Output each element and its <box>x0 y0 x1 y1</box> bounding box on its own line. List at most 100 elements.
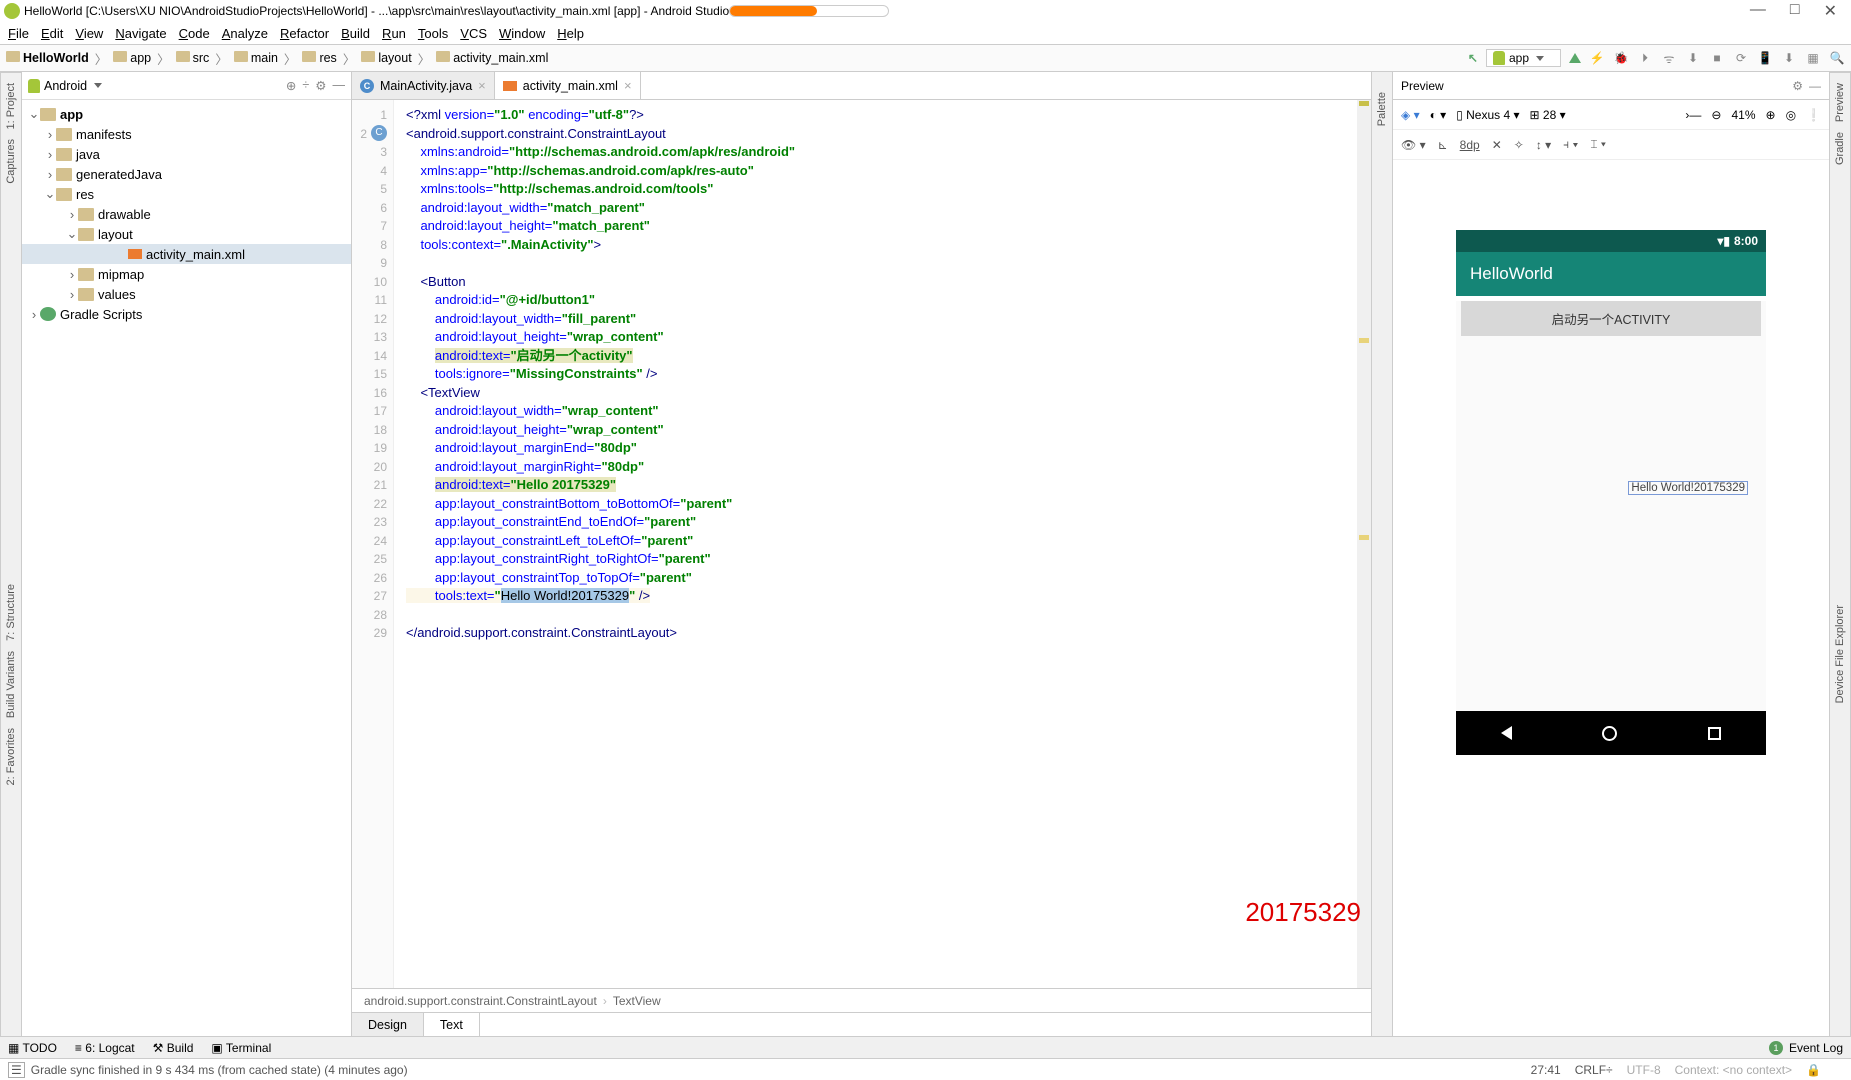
crumb-node[interactable]: TextView <box>613 994 661 1008</box>
tool-terminal[interactable]: ▣ Terminal <box>211 1041 271 1055</box>
tree-row-values[interactable]: ›values <box>22 284 351 304</box>
attach-debugger-icon[interactable]: ⬇ <box>1685 50 1701 66</box>
project-scope[interactable]: Android <box>44 79 87 93</box>
eye-icon[interactable]: 👁 ▾ <box>1401 138 1426 152</box>
tool-build[interactable]: ⚒ Build <box>153 1041 194 1055</box>
home-icon[interactable] <box>1602 726 1617 741</box>
menu-file[interactable]: File <box>8 26 29 41</box>
menu-view[interactable]: View <box>75 26 103 41</box>
menu-analyze[interactable]: Analyze <box>222 26 268 41</box>
chevron-down-icon[interactable] <box>94 83 102 88</box>
tree-row-app[interactable]: ⌄app <box>22 104 351 124</box>
side-structure[interactable]: 7: Structure <box>5 584 17 641</box>
back-arrow-icon[interactable]: ↖ <box>1468 51 1478 65</box>
tree-row-drawable[interactable]: ›drawable <box>22 204 351 224</box>
collapse-all-icon[interactable]: ÷ <box>302 78 309 93</box>
crumb-item[interactable]: src <box>176 51 210 65</box>
settings-icon[interactable]: ⚙ <box>315 78 326 93</box>
phone-button[interactable]: 启动另一个ACTIVITY <box>1461 301 1761 336</box>
pack-icon[interactable]: ↕ ▾ <box>1536 138 1551 152</box>
guideline-icon[interactable]: ⌶ ▾ <box>1590 137 1606 152</box>
context[interactable]: Context: <no context> <box>1675 1063 1792 1077</box>
encoding[interactable]: UTF-8 <box>1627 1063 1661 1077</box>
tree-row-activity-main-xml[interactable]: activity_main.xml <box>22 244 351 264</box>
debug-icon[interactable]: 🐞 <box>1613 50 1629 66</box>
phone-textview[interactable]: Hello World!20175329 <box>1628 481 1748 495</box>
align-icon[interactable]: ⫞ ▾ <box>1563 137 1578 152</box>
run-configuration-combo[interactable]: app <box>1486 49 1561 67</box>
run-button[interactable] <box>1569 53 1581 63</box>
side-captures[interactable]: Captures <box>5 139 17 184</box>
crumb-item[interactable]: main <box>234 51 278 65</box>
crumb-item[interactable]: res <box>302 51 336 65</box>
lock-icon[interactable]: 🔒 <box>1806 1063 1821 1077</box>
zoom-100-icon[interactable]: ◎ <box>1786 108 1796 122</box>
device-combo[interactable]: ▯ Nexus 4 ▾ <box>1456 108 1519 122</box>
crumb-item[interactable]: layout <box>361 51 411 65</box>
code-editor[interactable]: <?xml version="1.0" encoding="utf-8"?><a… <box>394 100 1357 988</box>
line-ending[interactable]: CRLF÷ <box>1575 1063 1613 1077</box>
layer-icon[interactable]: ◈ ▾ <box>1401 108 1420 122</box>
menu-vcs[interactable]: VCS <box>460 26 487 41</box>
close-button[interactable]: ✕ <box>1824 1 1837 21</box>
menu-refactor[interactable]: Refactor <box>280 26 329 41</box>
editor-tab-activity-main-xml[interactable]: activity_main.xml× <box>495 72 641 99</box>
crumb-item[interactable]: activity_main.xml <box>436 51 548 65</box>
editor-tab-mainactivity-java[interactable]: CMainActivity.java× <box>352 72 495 99</box>
menu-code[interactable]: Code <box>179 26 210 41</box>
recent-icon[interactable] <box>1708 727 1721 740</box>
side-gradle[interactable]: Gradle <box>1834 132 1846 165</box>
crumb-item[interactable]: HelloWorld <box>6 51 89 65</box>
side-device-explorer[interactable]: Device File Explorer <box>1834 605 1846 703</box>
sync-icon[interactable]: ⟳ <box>1733 50 1749 66</box>
settings-icon[interactable]: ⚙ <box>1792 79 1803 93</box>
back-icon[interactable] <box>1501 726 1512 740</box>
crumb-root[interactable]: android.support.constraint.ConstraintLay… <box>364 994 597 1008</box>
sdk-manager-icon[interactable]: ⬇ <box>1781 50 1797 66</box>
side-preview[interactable]: Preview <box>1834 83 1846 122</box>
search-icon[interactable]: 🔍 <box>1829 50 1845 66</box>
tool-logcat[interactable]: ≡ 6: Logcat <box>75 1041 135 1055</box>
minimize-button[interactable]: — <box>1750 1 1766 21</box>
hide-icon[interactable]: — <box>1809 79 1821 93</box>
menu-run[interactable]: Run <box>382 26 406 41</box>
scroll-from-source-icon[interactable]: ⊕ <box>286 78 296 93</box>
tool-todo[interactable]: ▦ TODO <box>8 1041 57 1055</box>
close-icon[interactable]: × <box>624 78 632 93</box>
api-combo[interactable]: ⊞ 28 ▾ <box>1530 108 1566 122</box>
tree-row-mipmap[interactable]: ›mipmap <box>22 264 351 284</box>
locale-icon[interactable]: ›— <box>1685 108 1701 122</box>
menu-window[interactable]: Window <box>499 26 545 41</box>
stop-icon[interactable]: ■ <box>1709 50 1725 66</box>
side-project[interactable]: 1: Project <box>5 83 17 129</box>
status-menu-icon[interactable]: ☰ <box>8 1062 25 1078</box>
tab-text[interactable]: Text <box>424 1013 480 1036</box>
event-log[interactable]: Event Log <box>1789 1041 1843 1055</box>
cursor-position[interactable]: 27:41 <box>1531 1063 1561 1077</box>
palette-label[interactable]: Palette <box>1376 92 1388 126</box>
profile-icon[interactable]: ⏵ <box>1637 50 1653 66</box>
tree-row-gradle-scripts[interactable]: ›Gradle Scripts <box>22 304 351 324</box>
infer-constraints-icon[interactable]: ✧ <box>1514 138 1524 152</box>
dp-value[interactable]: 8dp <box>1460 138 1480 152</box>
tree-row-manifests[interactable]: ›manifests <box>22 124 351 144</box>
hide-icon[interactable]: — <box>333 78 346 93</box>
warnings-icon[interactable]: ❕ <box>1806 108 1821 122</box>
profile2-icon[interactable]: ᯤ <box>1661 50 1677 66</box>
close-icon[interactable]: × <box>478 78 486 93</box>
preview-canvas[interactable]: ▾▮ 8:00 HelloWorld 启动另一个ACTIVITY Hello W… <box>1393 160 1829 1036</box>
menu-navigate[interactable]: Navigate <box>115 26 166 41</box>
menu-edit[interactable]: Edit <box>41 26 63 41</box>
menu-tools[interactable]: Tools <box>418 26 448 41</box>
crumb-item[interactable]: app <box>113 51 151 65</box>
tree-row-java[interactable]: ›java <box>22 144 351 164</box>
marker-bar[interactable] <box>1357 100 1371 988</box>
apply-changes-icon[interactable]: ⚡ <box>1589 50 1605 66</box>
orientation-icon[interactable]: ◐ ▾ <box>1430 108 1447 122</box>
project-tree[interactable]: ⌄app›manifests›java›generatedJava⌄res›dr… <box>22 100 351 1036</box>
maximize-button[interactable]: □ <box>1790 1 1800 21</box>
tab-design[interactable]: Design <box>352 1013 424 1036</box>
tree-row-generatedjava[interactable]: ›generatedJava <box>22 164 351 184</box>
menu-help[interactable]: Help <box>557 26 584 41</box>
tree-row-layout[interactable]: ⌄layout <box>22 224 351 244</box>
